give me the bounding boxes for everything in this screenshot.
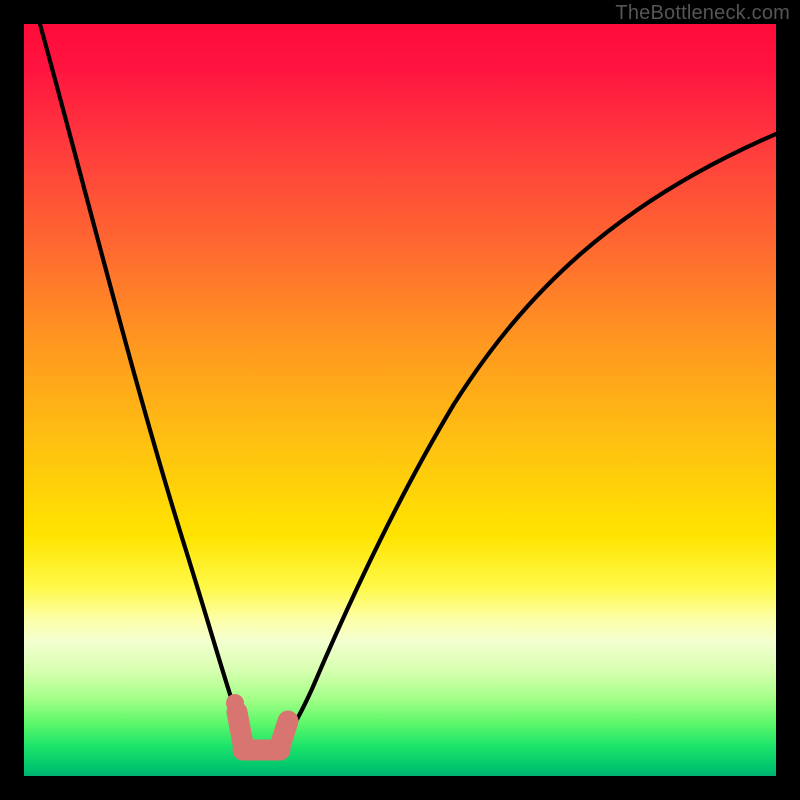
attribution-text: TheBottleneck.com <box>615 2 790 25</box>
highlight-cap-dot <box>226 694 244 712</box>
chart-frame: TheBottleneck.com <box>0 0 800 800</box>
highlight-left-stroke <box>237 712 243 744</box>
bottleneck-curve <box>40 24 776 751</box>
chart-svg <box>24 24 776 776</box>
highlight-right-stroke <box>280 721 288 746</box>
chart-plot-area <box>24 24 776 776</box>
